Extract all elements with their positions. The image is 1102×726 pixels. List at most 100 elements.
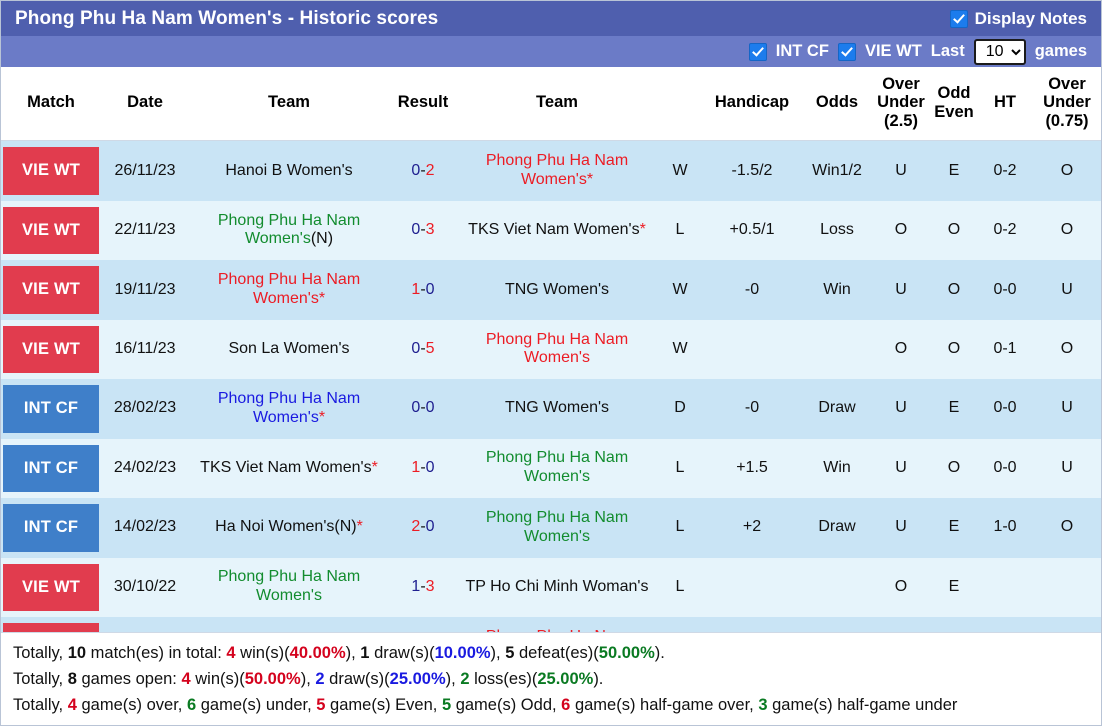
away-team-cell[interactable]: TNG Women's	[457, 379, 657, 439]
vie-wt-label: VIE WT	[864, 42, 922, 61]
over-under-075-cell: O	[1031, 319, 1101, 380]
team-suffix: (N)	[310, 230, 334, 248]
match-date: 26/11/23	[101, 140, 189, 201]
over-under-075-cell: O	[1031, 140, 1101, 201]
over-under-25-cell: U	[873, 438, 929, 499]
table-body: VIE WT 26/11/23 Hanoi B Women's 0-2 Phong Ph…	[1, 140, 1101, 632]
summary-text: defeat(es)(	[514, 644, 599, 662]
last-games-select[interactable]: 510152030	[973, 38, 1026, 65]
summary-text: ).	[593, 670, 604, 688]
summary-number: 4	[181, 670, 191, 688]
table-row[interactable]: VIE WT 19/11/23 Phong Phu Ha Nam Women's* 1…	[1, 260, 1101, 320]
filter-bar: INT CF VIE WT Last 510152030 games	[1, 36, 1101, 67]
away-team-cell[interactable]: Phong Phu Ha Nam Women's	[457, 438, 657, 499]
away-team-cell[interactable]: TP Ho Chi Minh Woman's	[457, 557, 657, 618]
competition-cell[interactable]: VIE WT	[1, 260, 101, 320]
odds-cell: Draw	[801, 379, 873, 439]
table-row[interactable]: INT CF 24/02/23 TKS Viet Nam Women's* 1-0 Ph…	[1, 438, 1101, 499]
competition-badge[interactable]: VIE WT	[3, 623, 99, 632]
result-cell: 2-0	[389, 498, 457, 558]
col-header-team-home: Team	[189, 66, 389, 142]
odd-even-cell: O	[929, 319, 979, 380]
competition-cell[interactable]: VIE WT	[1, 557, 101, 618]
table-row[interactable]: VIE WT 16/11/23 Son La Women's 0-5 Phong Phu…	[1, 319, 1101, 380]
result-away: 3	[425, 221, 435, 239]
over-under-25-cell: O	[873, 617, 929, 632]
result-home: 1	[411, 280, 421, 298]
away-team-cell[interactable]: TNG Women's	[457, 260, 657, 320]
historic-scores-table: Match Date Team Result Team Handicap Odd…	[1, 66, 1101, 632]
competition-badge[interactable]: INT CF	[3, 385, 99, 433]
ou25-line3: (2.5)	[884, 111, 918, 130]
col-header-result: Result	[389, 66, 457, 142]
over-under-25-cell: O	[873, 557, 929, 618]
half-time-cell: 1-0	[979, 498, 1031, 558]
summary-number: 50.00%	[598, 644, 655, 662]
summary-text: games open:	[76, 670, 182, 688]
vie-wt-checkbox-icon[interactable]	[837, 42, 856, 61]
home-team-cell[interactable]: Phong Phu Ha Nam Women's	[189, 557, 389, 618]
ou075-line1: Over	[1048, 74, 1086, 93]
handicap-cell: +0.5/1	[703, 200, 801, 261]
team-star-icon: *	[586, 171, 594, 189]
team-name: Phong Phu Ha Nam Women's	[485, 152, 629, 189]
table-row[interactable]: VIE WT 26/11/23 Hanoi B Women's 0-2 Phong Ph…	[1, 140, 1101, 201]
home-team-cell[interactable]: Ha Noi Women's(N)*	[189, 498, 389, 558]
home-team-cell[interactable]: Phong Phu Ha Nam Women's(N)	[189, 200, 389, 261]
competition-badge[interactable]: INT CF	[3, 504, 99, 552]
display-notes-toggle[interactable]: Display Notes	[949, 9, 1087, 29]
competition-cell[interactable]: VIE WT	[1, 617, 101, 632]
competition-badge[interactable]: VIE WT	[3, 266, 99, 314]
summary-number: 2	[315, 670, 325, 688]
away-team-cell[interactable]: Phong Phu Ha Nam Women's	[457, 617, 657, 632]
table-row[interactable]: INT CF 14/02/23 Ha Noi Women's(N)* 2-0 Phong…	[1, 498, 1101, 558]
home-team-cell[interactable]: TKS Viet Nam Women's*	[189, 438, 389, 499]
competition-badge[interactable]: VIE WT	[3, 206, 99, 255]
scores-table-container: Match Date Team Result Team Handicap Odd…	[1, 66, 1101, 632]
competition-cell[interactable]: INT CF	[1, 438, 101, 499]
summary-number: 4	[226, 644, 236, 662]
over-under-25-cell: O	[873, 319, 929, 380]
half-time-cell: 0-2	[979, 140, 1031, 201]
home-team-cell[interactable]: Phong Phu Ha Nam Women's*	[189, 260, 389, 320]
team-name: Phong Phu Ha Nam Women's	[217, 390, 361, 426]
summary-number: 6	[561, 696, 571, 714]
away-team-cell[interactable]: Phong Phu Ha Nam Women's*	[457, 140, 657, 201]
competition-cell[interactable]: INT CF	[1, 379, 101, 439]
table-row[interactable]: VIE WT 30/10/22 Phong Phu Ha Nam Women's 1-…	[1, 557, 1101, 618]
outcome-cell: W	[657, 260, 703, 320]
table-row[interactable]: VIE WT26/10/22TKS Viet Nam Women's*2-3Ph…	[1, 617, 1101, 632]
table-row[interactable]: INT CF 28/02/23 Phong Phu Ha Nam Women's* 0…	[1, 379, 1101, 439]
result-cell: 0-2	[389, 140, 457, 201]
table-row[interactable]: VIE WT 22/11/23 Phong Phu Ha Nam Women's(N…	[1, 200, 1101, 261]
summary-number: 10	[67, 644, 87, 662]
home-team-cell[interactable]: Phong Phu Ha Nam Women's*	[189, 379, 389, 439]
competition-badge[interactable]: VIE WT	[3, 147, 99, 195]
int-cf-checkbox-icon[interactable]	[748, 42, 767, 61]
away-team-cell[interactable]: Phong Phu Ha Nam Women's	[457, 498, 657, 558]
match-date: 24/02/23	[101, 438, 189, 499]
odds-cell: Loss	[801, 200, 873, 261]
competition-badge[interactable]: VIE WT	[3, 563, 99, 612]
competition-cell[interactable]: INT CF	[1, 498, 101, 558]
result-cell: 1-0	[389, 260, 457, 320]
home-team-cell[interactable]: Hanoi B Women's	[189, 140, 389, 201]
competition-cell[interactable]: VIE WT	[1, 319, 101, 380]
away-team-cell[interactable]: TKS Viet Nam Women's*	[457, 200, 657, 261]
col-header-match: Match	[1, 66, 101, 142]
competition-cell[interactable]: VIE WT	[1, 140, 101, 201]
odd-even-cell: O	[929, 617, 979, 632]
home-team-cell[interactable]: Son La Women's	[189, 319, 389, 380]
competition-badge[interactable]: VIE WT	[3, 325, 99, 374]
competition-badge[interactable]: INT CF	[3, 444, 99, 493]
home-team-cell[interactable]: TKS Viet Nam Women's*	[189, 617, 389, 632]
summary-text: game(s) over,	[76, 696, 187, 714]
summary-number: 25.00%	[389, 670, 446, 688]
display-notes-checkbox-icon[interactable]	[949, 9, 968, 28]
away-team-cell[interactable]: Phong Phu Ha Nam Women's	[457, 319, 657, 380]
odd-even-cell: E	[929, 557, 979, 618]
col-header-over-under-075: Over Under (0.75)	[1031, 66, 1101, 142]
competition-cell[interactable]: VIE WT	[1, 200, 101, 261]
summary-number: 2	[460, 670, 470, 688]
col-header-over-under-25: Over Under (2.5)	[873, 66, 929, 142]
